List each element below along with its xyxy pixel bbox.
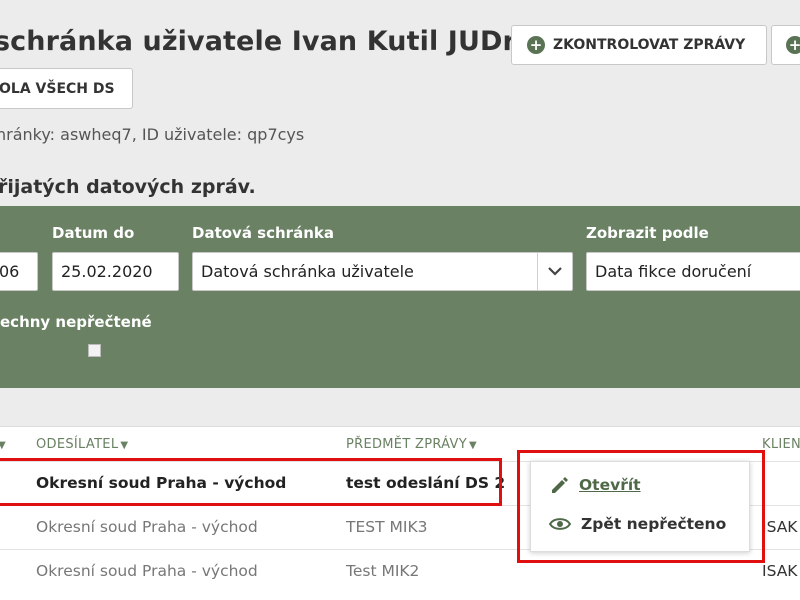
date-to-label: Datum do (52, 224, 135, 242)
check-all-boxes-button[interactable]: OLA VŠECH DS (0, 68, 133, 109)
row-sender: Okresní soud Praha - východ (36, 518, 258, 536)
row-client: ISAK (762, 562, 798, 580)
check-messages-label: ZKONTROLOVAT ZPRÁVY (553, 37, 746, 53)
row-sender: Okresní soud Praha - východ (36, 562, 258, 580)
date-to-value: 25.02.2020 (61, 262, 153, 281)
mailbox-info: hránky: aswheq7, ID uživatele: qp7cys (0, 125, 305, 144)
sort-arrow-icon: ▼ (120, 440, 129, 451)
menu-highlight-box (517, 450, 765, 563)
date-from-input[interactable]: 06 (0, 252, 38, 291)
page-title: schránka uživatele Ivan Kutil JUDr. (0, 26, 523, 57)
data-box-label: Datová schránka (192, 224, 334, 242)
check-messages-button[interactable]: + ZKONTROLOVAT ZPRÁVY (511, 25, 767, 65)
plus-circle-icon: + (527, 36, 545, 54)
show-by-value: Data fikce doručení (595, 262, 752, 281)
row-subject: Test MIK2 (346, 562, 420, 580)
add-button[interactable]: + (771, 25, 800, 65)
check-all-boxes-label: OLA VŠECH DS (0, 80, 115, 97)
data-box-value: Datová schránka uživatele (201, 262, 414, 281)
all-unread-label: echny nepřečtené (0, 313, 152, 331)
chevron-down-icon[interactable] (537, 253, 572, 290)
column-sender[interactable]: ODESÍLATEL ▼ (36, 437, 128, 452)
show-by-label: Zobrazit podle (586, 224, 709, 242)
filter-panel: 06 Datum do 25.02.2020 Datová schránka D… (0, 206, 800, 388)
plus-circle-icon: + (786, 36, 800, 54)
row-client: ISAK (762, 518, 798, 536)
column-subject[interactable]: PŘEDMĚT ZPRÁVY ▼ (346, 437, 477, 452)
date-to-input[interactable]: 25.02.2020 (52, 252, 179, 291)
data-box-select[interactable]: Datová schránka uživatele (192, 252, 573, 291)
sort-arrow-icon[interactable]: ▼ (0, 437, 6, 452)
column-client[interactable]: KLIEN (762, 437, 800, 452)
row-subject: TEST MIK3 (346, 518, 428, 536)
all-unread-checkbox[interactable] (88, 344, 101, 357)
show-by-select[interactable]: Data fikce doručení (586, 252, 800, 291)
date-from-value: 06 (0, 262, 20, 281)
sort-arrow-icon: ▼ (468, 440, 477, 451)
row-highlight-box (0, 458, 502, 506)
section-title: řijatých datových zpráv. (0, 176, 256, 198)
